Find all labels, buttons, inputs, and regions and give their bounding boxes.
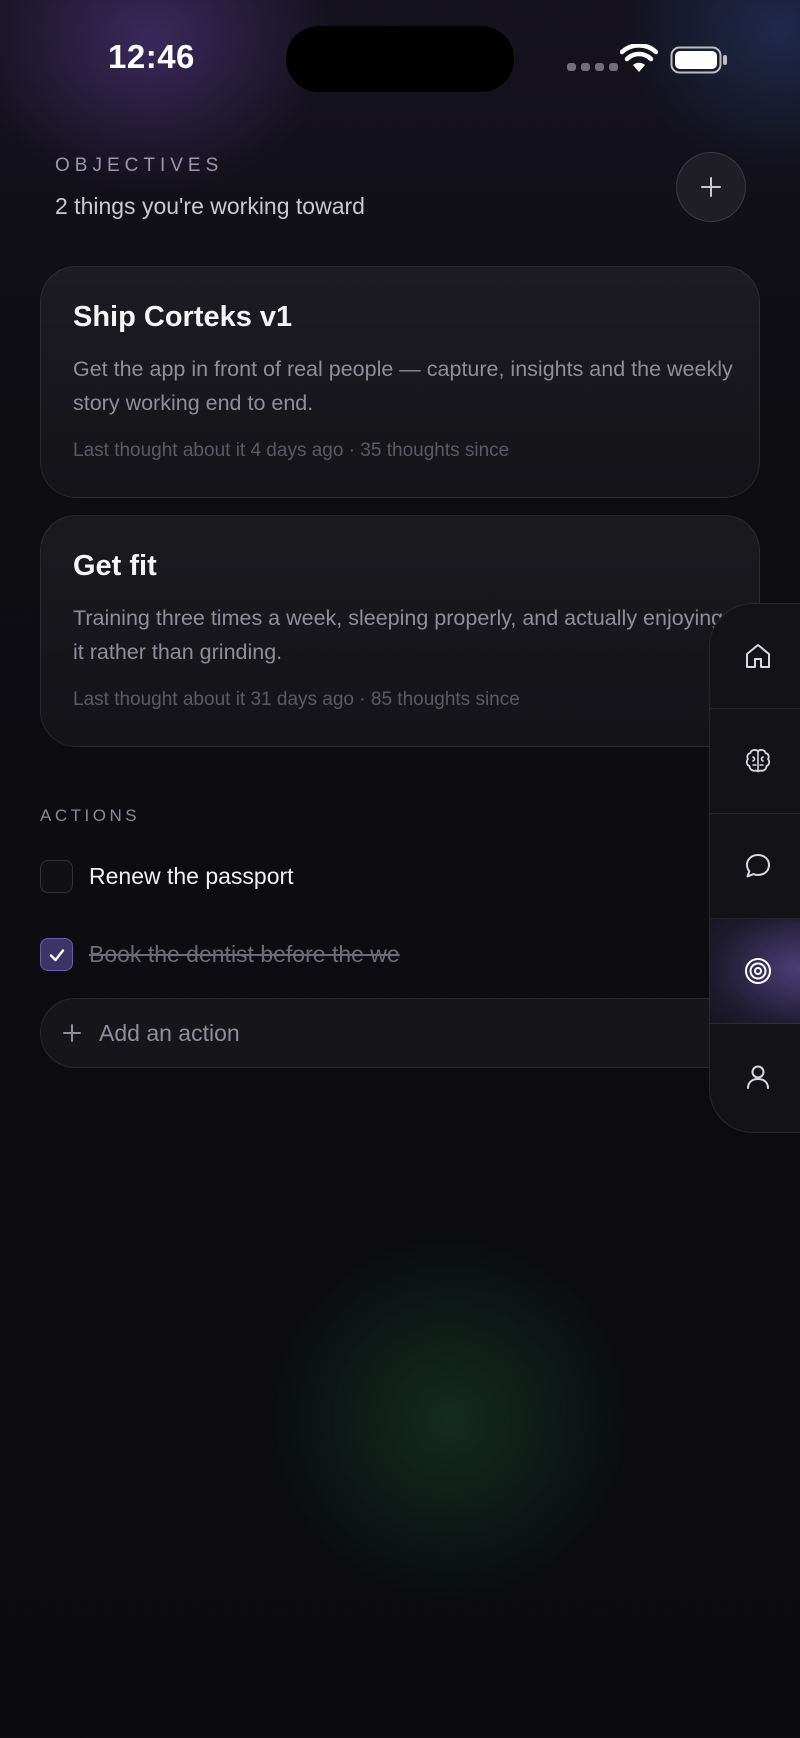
side-nav — [709, 603, 800, 1133]
add-action-placeholder: Add an action — [99, 1019, 240, 1046]
brain-icon — [745, 749, 771, 773]
objective-description: Get the app in front of real people — ca… — [73, 357, 733, 415]
status-time: 12:46 — [108, 38, 195, 75]
page-subtitle: 2 things you're working toward — [55, 193, 365, 219]
objective-card[interactable]: Ship Corteks v1 Get the app in front of … — [40, 266, 760, 498]
action-item: Book the dentist before the we — [40, 938, 400, 971]
nav-item-chat[interactable] — [710, 814, 800, 919]
action-item: Renew the passport — [40, 860, 294, 893]
plus-icon — [63, 1024, 81, 1042]
objective-description: Training three times a week, sleeping pr… — [73, 606, 724, 664]
add-objective-button[interactable] — [676, 152, 746, 222]
action-label[interactable]: Renew the passport — [89, 863, 294, 890]
plus-icon — [701, 177, 721, 197]
target-icon — [745, 958, 771, 984]
profile-icon — [747, 1065, 769, 1089]
nav-item-profile[interactable] — [710, 1024, 800, 1129]
objective-title: Ship Corteks v1 — [73, 301, 293, 333]
battery-icon — [670, 46, 727, 74]
page-eyebrow: OBJECTIVES — [55, 155, 224, 176]
action-checkbox[interactable] — [40, 860, 73, 893]
objective-card[interactable]: Get fit Training three times a week, sle… — [40, 515, 760, 747]
objective-meta: Last thought about it 31 days ago · 85 t… — [73, 689, 520, 710]
wifi-icon — [620, 44, 658, 72]
cellular-signal-icon — [567, 63, 618, 71]
home-icon — [746, 644, 770, 668]
dynamic-island — [286, 26, 514, 92]
add-action-field[interactable]: Add an action — [40, 998, 760, 1068]
action-label[interactable]: Book the dentist before the we — [89, 941, 400, 968]
nav-item-objectives[interactable] — [710, 919, 800, 1024]
objective-title: Get fit — [73, 550, 157, 582]
nav-item-brain[interactable] — [710, 709, 800, 814]
objective-meta: Last thought about it 4 days ago · 35 th… — [73, 440, 510, 461]
actions-section-label: ACTIONS — [40, 806, 141, 825]
checkmark-icon — [49, 948, 64, 961]
action-checkbox-checked[interactable] — [40, 938, 73, 971]
chat-icon — [746, 854, 770, 878]
nav-item-home[interactable] — [710, 604, 800, 709]
